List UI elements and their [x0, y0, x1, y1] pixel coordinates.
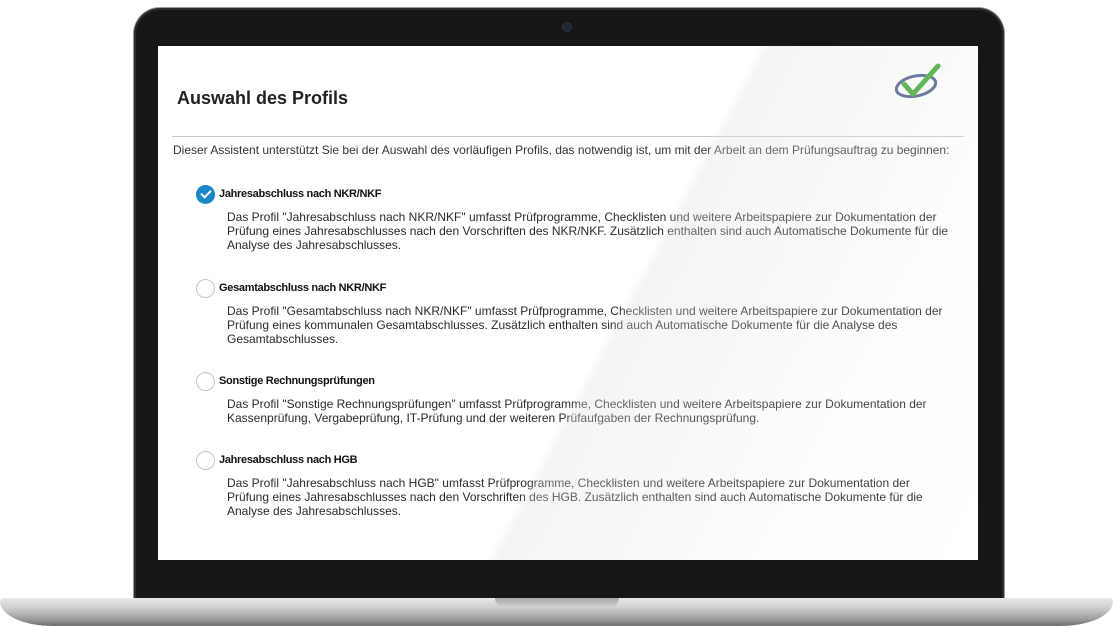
radio-unselected[interactable]	[196, 372, 215, 391]
option-label[interactable]: Sonstige Rechnungsprüfungen	[219, 375, 375, 387]
option-description: Das Profil "Jahresabschluss nach HGB" um…	[227, 476, 923, 518]
option-label[interactable]: Gesamtabschluss nach NKR/NKF	[219, 282, 386, 294]
option-description: Das Profil "Gesamtabschluss nach NKR/NKF…	[227, 304, 943, 346]
intro-text: Dieser Assistent unterstützt Sie bei der…	[173, 143, 950, 157]
radio-unselected[interactable]	[196, 451, 215, 470]
page-title: Auswahl des Profils	[177, 88, 349, 108]
checkmark-oval-logo-icon	[894, 63, 941, 99]
option-description: Das Profil "Jahresabschluss nach NKR/NKF…	[227, 210, 949, 252]
option-label[interactable]: Jahresabschluss nach NKR/NKF	[219, 188, 381, 200]
header-divider	[172, 136, 964, 137]
option-label[interactable]: Jahresabschluss nach HGB	[219, 454, 358, 466]
laptop-mockup: Auswahl des Profils Dieser Assistent unt…	[0, 0, 1113, 626]
radio-selected[interactable]	[196, 185, 215, 204]
laptop-opening-notch	[495, 598, 619, 607]
radio-unselected[interactable]	[196, 279, 215, 298]
option-description: Das Profil "Sonstige Rechnungsprüfungen"…	[227, 397, 927, 425]
camera-icon	[563, 23, 571, 31]
check-icon	[200, 187, 212, 199]
wizard-screen: Auswahl des Profils Dieser Assistent unt…	[158, 46, 978, 560]
